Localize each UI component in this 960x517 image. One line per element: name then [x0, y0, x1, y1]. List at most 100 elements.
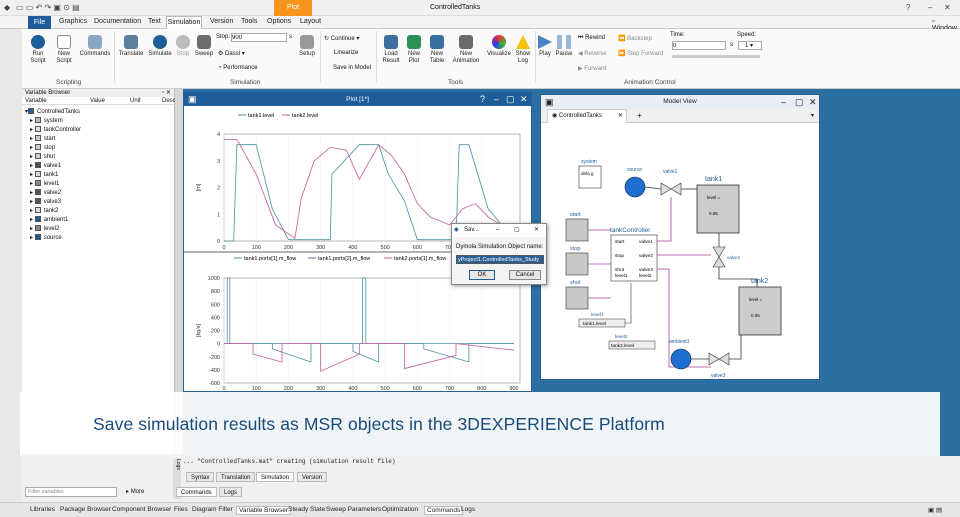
layout-icons[interactable]: ▣ ▤	[928, 506, 942, 514]
speed-spinner[interactable]: 1 ▾	[738, 41, 762, 50]
minimize-icon[interactable]: –	[928, 3, 932, 12]
tree-item-stop[interactable]: ▸ stop	[30, 144, 55, 151]
log-tab-syntax[interactable]: Syntax	[186, 472, 215, 482]
dock-commands[interactable]: Commands	[424, 506, 464, 515]
visualize-button[interactable]: Visualize	[486, 35, 512, 58]
dialog-maximize-icon[interactable]: ▢	[514, 224, 520, 237]
dock-package-browser[interactable]: Package Browser	[60, 506, 111, 513]
menu-version[interactable]: Version	[210, 18, 233, 25]
close-window-icon[interactable]: ✕	[944, 3, 951, 12]
step-forward-button[interactable]: ⏩ Step Forward	[618, 50, 663, 57]
new-table-button[interactable]: New Table	[426, 35, 448, 65]
object-name-input[interactable]	[456, 255, 544, 264]
stop-button[interactable]: Stop	[174, 35, 192, 58]
log-tab-version[interactable]: Version	[297, 472, 328, 482]
run-script-button[interactable]: Run Script	[26, 35, 50, 65]
quick-access-icons[interactable]: ▭ ▭ ↶ ↷ ▣ ⊙ ▤	[16, 3, 80, 12]
menu-tools[interactable]: Tools	[241, 18, 257, 25]
col-variable[interactable]: Variable	[25, 98, 47, 104]
new-script-button[interactable]: New Script	[52, 35, 76, 65]
dock-logs[interactable]: Logs	[461, 506, 475, 513]
col-unit[interactable]: Unit	[130, 98, 141, 104]
pause-button[interactable]: Pause	[554, 35, 574, 58]
help-icon[interactable]: ?	[906, 3, 910, 12]
tree-item-valve2[interactable]: ▸ valve2	[30, 189, 61, 196]
menu-options[interactable]: Options	[267, 18, 291, 25]
show-log-button[interactable]: Show Log	[513, 35, 533, 65]
play-button[interactable]: Play	[537, 35, 553, 58]
tree-item-level2[interactable]: ▸ level2	[30, 225, 59, 232]
stop-time-input[interactable]	[231, 33, 287, 42]
menu-graphics[interactable]: Graphics	[59, 18, 87, 25]
time-input[interactable]	[672, 41, 726, 50]
filter-variables-input[interactable]: Filter variables	[25, 487, 117, 497]
model-close-icon[interactable]: ✕	[809, 95, 817, 109]
menu-text[interactable]: Text	[148, 18, 161, 25]
panel-close-icon[interactable]: ▫ ✕	[162, 89, 174, 97]
tree-item-valve1[interactable]: ▸ valve1	[30, 162, 61, 169]
dock-optimization[interactable]: Optimization	[382, 506, 418, 513]
load-result-button[interactable]: Load Result	[380, 35, 402, 65]
solver-select[interactable]: ⚙ Dassl ▾	[218, 50, 245, 57]
plot-context-tab[interactable]: Plot	[274, 0, 312, 16]
model-tab-close-icon[interactable]: ✕	[618, 110, 626, 123]
menu-documentation[interactable]: Documentation	[94, 18, 141, 25]
col-desc[interactable]: Desc	[162, 98, 176, 104]
linearize-button[interactable]: Linearize	[334, 50, 358, 56]
tree-item-tankController[interactable]: ▸ tankController	[30, 126, 81, 133]
tree-item-level1[interactable]: ▸ level1	[30, 180, 59, 187]
dock-libraries[interactable]: Libraries	[30, 506, 55, 513]
dock-steady-state[interactable]: Steady State	[288, 506, 325, 513]
model-minimize-icon[interactable]: –	[781, 95, 786, 109]
save-in-model-button[interactable]: Save in Model	[333, 65, 371, 71]
tree-item-system[interactable]: ▸ system	[30, 117, 63, 124]
plot-minimize-icon[interactable]: –	[494, 93, 499, 106]
dialog-minimize-icon[interactable]: –	[496, 224, 499, 237]
new-plot-button[interactable]: New Plot	[404, 35, 424, 65]
time-slider[interactable]	[672, 55, 760, 58]
commands-button[interactable]: Commands	[79, 35, 111, 58]
plot-close-icon[interactable]: ✕	[520, 93, 528, 106]
translate-button[interactable]: Translate	[117, 35, 145, 58]
plot-maximize-icon[interactable]: ▢	[506, 93, 515, 106]
menu-simulation[interactable]: Simulation	[166, 16, 202, 29]
reverse-button[interactable]: ◀ Reverse	[578, 50, 607, 57]
simulate-button[interactable]: Simulate	[146, 35, 174, 58]
cancel-button[interactable]: Cancel	[509, 270, 541, 280]
continue-button[interactable]: ↻ Continue ▾	[324, 35, 359, 42]
rewind-button[interactable]: ⏮ Rewind	[578, 35, 605, 42]
plot-help-icon[interactable]: ?	[480, 93, 485, 106]
model-maximize-icon[interactable]: ▢	[795, 95, 804, 109]
sweep-button[interactable]: Sweep	[193, 35, 215, 58]
forward-button[interactable]: ▶ Forward	[578, 65, 606, 72]
model-diagram[interactable]: system defa g source valve1 tank1 level = 0.05…	[541, 123, 819, 379]
tree-item-source[interactable]: ▸ source	[30, 234, 62, 241]
log-tab-translation[interactable]: Translation	[216, 472, 256, 482]
dock-diagram-filter[interactable]: Diagram Filter	[192, 506, 233, 513]
add-tab-icon[interactable]: +	[637, 111, 642, 120]
menu-file[interactable]: File	[28, 16, 51, 29]
menu-layout[interactable]: Layout	[300, 18, 321, 25]
dock-variable-browser[interactable]: Variable Browser	[236, 506, 292, 515]
tree-item-start[interactable]: ▸ start	[30, 135, 55, 142]
backstep-button[interactable]: ⏪ Backstep	[618, 35, 652, 42]
dock-files[interactable]: Files	[174, 506, 188, 513]
col-value[interactable]: Value	[90, 98, 105, 104]
performance-button[interactable]: ◔ Performance	[218, 65, 258, 71]
model-tab[interactable]: ◉ ControlledTanks ✕	[547, 109, 627, 123]
tree-root[interactable]: ▾ ControlledTanks	[25, 108, 80, 115]
log-tab-simulation[interactable]: Simulation	[256, 472, 295, 482]
dialog-close-icon[interactable]: ✕	[534, 224, 539, 237]
tree-item-ambient1[interactable]: ▸ ambient1	[30, 216, 68, 223]
tab-menu-icon[interactable]: ▾	[811, 112, 814, 119]
dock-sweep-parameters[interactable]: Sweep Parameters	[326, 506, 381, 513]
tree-item-valve3[interactable]: ▸ valve3	[30, 198, 61, 205]
setup-button[interactable]: Setup	[294, 35, 320, 58]
tree-item-tank2[interactable]: ▸ tank2	[30, 207, 58, 214]
ok-button[interactable]: OK	[469, 270, 495, 280]
subtab-logs[interactable]: Logs	[219, 487, 243, 497]
tree-item-shut[interactable]: ▸ shut	[30, 153, 55, 160]
new-animation-button[interactable]: New Animation	[450, 35, 482, 65]
more-button[interactable]: ▸ More	[126, 488, 144, 495]
subtab-commands[interactable]: Commands	[176, 487, 217, 497]
